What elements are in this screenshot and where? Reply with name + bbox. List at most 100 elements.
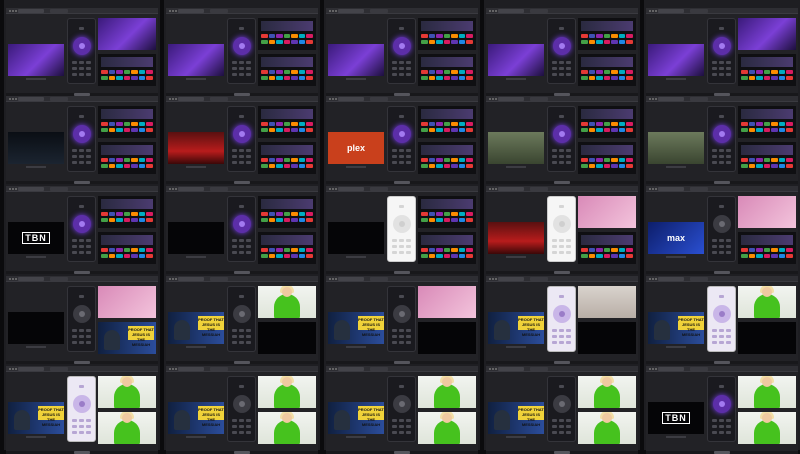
app-tile[interactable] (146, 128, 154, 132)
app-tile[interactable] (451, 122, 458, 126)
remote-button[interactable] (392, 61, 397, 64)
window-dot[interactable] (169, 188, 171, 190)
remote-button[interactable] (72, 335, 77, 338)
app-tile[interactable] (763, 70, 771, 74)
app-tile[interactable] (291, 128, 298, 132)
app-tile[interactable] (771, 164, 778, 168)
window-dot[interactable] (169, 10, 171, 12)
remote-button[interactable] (719, 385, 724, 388)
app-tile[interactable] (116, 164, 123, 168)
window-dot[interactable] (9, 368, 11, 370)
remote-button[interactable] (392, 161, 397, 164)
statusbar-handle[interactable] (714, 271, 730, 274)
window-dot[interactable] (9, 188, 11, 190)
app-tile[interactable] (298, 76, 306, 80)
remote-button[interactable] (559, 161, 564, 164)
remote-button[interactable] (719, 431, 724, 434)
remote-button[interactable] (712, 425, 717, 428)
app-tile[interactable] (443, 248, 451, 252)
remote-button[interactable] (232, 251, 237, 254)
app-tile[interactable] (603, 248, 611, 252)
toolbar-tab[interactable] (658, 187, 684, 191)
app-tile[interactable] (786, 122, 794, 126)
window-dot[interactable] (169, 98, 171, 100)
app-tile[interactable] (588, 158, 596, 162)
app-tile[interactable] (786, 254, 794, 258)
app-tile[interactable] (268, 34, 276, 38)
remote-button[interactable] (712, 61, 717, 64)
window-dot[interactable] (172, 98, 174, 100)
remote-button[interactable] (406, 67, 411, 70)
remote-button[interactable] (79, 245, 84, 248)
app-tile[interactable] (466, 40, 474, 44)
app-tile[interactable] (603, 70, 611, 74)
remote-button[interactable] (726, 61, 731, 64)
remote-button[interactable] (72, 251, 77, 254)
app-tile[interactable] (756, 254, 763, 258)
app-tile[interactable] (771, 158, 778, 162)
statusbar-handle[interactable] (554, 271, 570, 274)
remote-button[interactable] (552, 155, 557, 158)
remote-button[interactable] (392, 329, 397, 332)
toolbar-tab[interactable] (18, 97, 44, 101)
remote-button[interactable] (559, 245, 564, 248)
toolbar-tab[interactable] (690, 367, 708, 371)
app-tile[interactable] (596, 34, 603, 38)
app-tile[interactable] (123, 76, 131, 80)
window-dot[interactable] (175, 98, 177, 100)
remote-button[interactable] (86, 149, 91, 152)
remote-button[interactable] (406, 251, 411, 254)
app-tile[interactable] (596, 254, 603, 258)
remote-button[interactable] (726, 425, 731, 428)
window-dot[interactable] (175, 368, 177, 370)
remote-button[interactable] (726, 329, 731, 332)
remote-button[interactable] (239, 385, 244, 388)
app-tile[interactable] (138, 218, 146, 222)
app-tile[interactable] (466, 254, 474, 258)
statusbar-handle[interactable] (74, 181, 90, 184)
app-tile[interactable] (581, 248, 588, 252)
toolbar-tab[interactable] (498, 9, 524, 13)
statusbar-handle[interactable] (234, 271, 250, 274)
remote-button[interactable] (399, 61, 404, 64)
app-tile[interactable] (443, 34, 451, 38)
app-tile[interactable] (626, 76, 634, 80)
app-tile[interactable] (428, 248, 436, 252)
remote-button[interactable] (726, 419, 731, 422)
remote-button[interactable] (559, 61, 564, 64)
window-dot[interactable] (335, 188, 337, 190)
app-tile[interactable] (291, 34, 298, 38)
app-tile[interactable] (451, 70, 458, 74)
toolbar-tab[interactable] (178, 9, 204, 13)
remote-button[interactable] (86, 239, 91, 242)
toolbar-tab[interactable] (210, 277, 228, 281)
app-tile[interactable] (756, 158, 763, 162)
app-tile[interactable] (778, 128, 786, 132)
remote-button[interactable] (726, 73, 731, 76)
app-tile[interactable] (138, 164, 146, 168)
app-tile[interactable] (588, 164, 596, 168)
dpad-control[interactable] (73, 395, 91, 413)
window-dot[interactable] (652, 278, 654, 280)
app-tile[interactable] (261, 158, 268, 162)
app-tile[interactable] (298, 40, 306, 44)
dpad-control[interactable] (713, 37, 731, 55)
app-tile[interactable] (306, 254, 314, 258)
app-tile[interactable] (581, 164, 588, 168)
app-tile[interactable] (443, 254, 451, 258)
remote-button[interactable] (232, 73, 237, 76)
window-dot[interactable] (655, 278, 657, 280)
ok-button[interactable] (239, 43, 245, 49)
app-tile[interactable] (268, 164, 276, 168)
app-tile[interactable] (421, 40, 428, 44)
toolbar-tab[interactable] (498, 97, 524, 101)
remote-button[interactable] (72, 161, 77, 164)
app-tile[interactable] (618, 34, 626, 38)
app-tile[interactable] (611, 122, 618, 126)
app-tile[interactable] (108, 218, 116, 222)
remote-button[interactable] (246, 251, 251, 254)
app-tile[interactable] (108, 212, 116, 216)
app-tile[interactable] (268, 158, 276, 162)
statusbar-handle[interactable] (714, 361, 730, 364)
app-tile[interactable] (458, 76, 466, 80)
